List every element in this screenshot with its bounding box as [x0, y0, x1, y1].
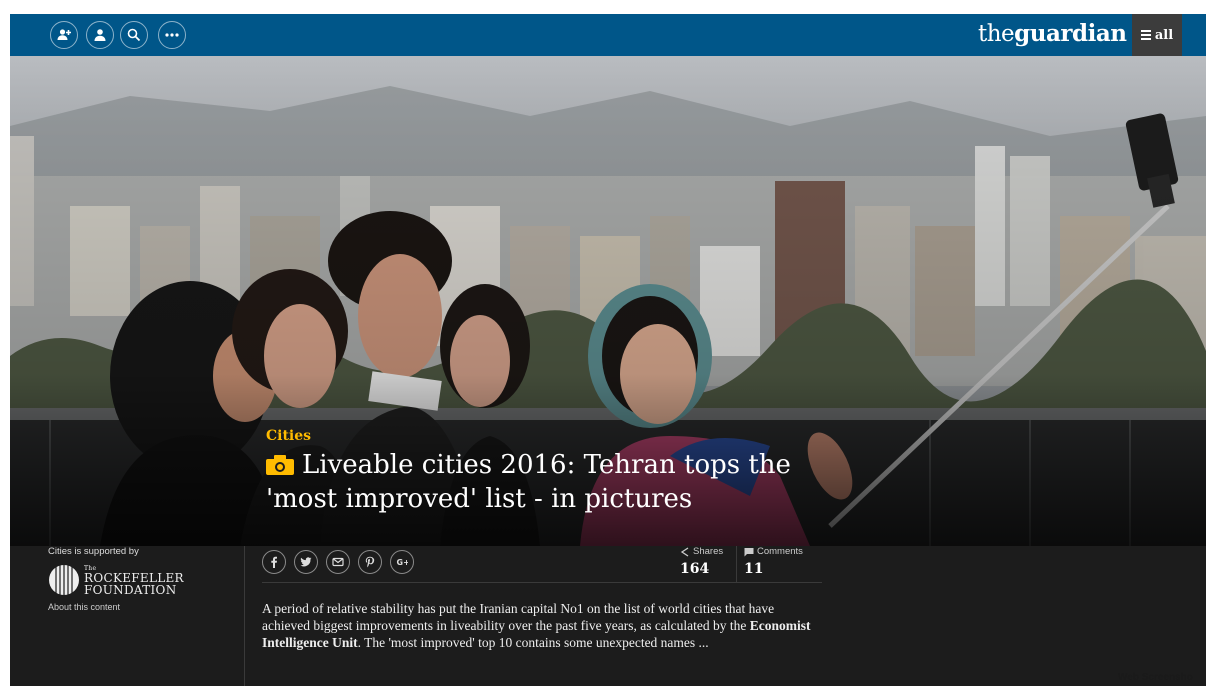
menu-label: all	[1154, 27, 1174, 43]
section-tag[interactable]: Cities	[266, 428, 311, 444]
more-icon[interactable]	[158, 21, 186, 49]
sponsor-logo[interactable]: The ROCKEFELLER FOUNDATION	[48, 564, 184, 598]
guardian-page: theguardian all Cities Liveable cities 2…	[10, 14, 1206, 686]
twitter-icon[interactable]	[294, 550, 318, 574]
top-navigation-bar: theguardian all	[10, 14, 1206, 56]
facebook-icon[interactable]	[262, 550, 286, 574]
pinterest-icon[interactable]	[358, 550, 382, 574]
comments-count[interactable]: Comments 11	[744, 546, 824, 577]
all-sections-menu-button[interactable]: all	[1132, 14, 1182, 56]
standfirst-text: A period of relative stability has put t…	[262, 601, 775, 633]
share-icon	[680, 546, 689, 557]
search-icon[interactable]	[120, 21, 148, 49]
comments-value: 11	[744, 561, 764, 577]
svg-text:G+: G+	[397, 558, 409, 567]
watermark: Web Screensho	[1118, 672, 1193, 683]
sponsor-name-line2: FOUNDATION	[84, 583, 177, 597]
logo-prefix: the	[978, 21, 1015, 47]
standfirst-text-end: . The 'most improved' top 10 contains so…	[357, 635, 709, 650]
divider	[736, 546, 737, 582]
email-icon[interactable]	[326, 550, 350, 574]
divider	[262, 582, 822, 583]
shares-label-text: Shares	[693, 546, 724, 557]
camera-icon	[266, 455, 294, 475]
shares-count: Shares 164	[680, 546, 740, 577]
article-standfirst: A period of relative stability has put t…	[262, 600, 822, 651]
comment-icon	[744, 547, 754, 556]
sponsor-name: The ROCKEFELLER FOUNDATION	[84, 565, 184, 597]
article-headline: Liveable cities 2016: Tehran tops the 'm…	[266, 448, 826, 516]
menu-icon	[1140, 28, 1151, 42]
add-user-icon[interactable]	[50, 21, 78, 49]
shares-value: 164	[680, 561, 710, 577]
user-icon[interactable]	[86, 21, 114, 49]
headline-text: Liveable cities 2016: Tehran tops the 'm…	[266, 450, 791, 514]
comments-label-text: Comments	[757, 546, 803, 557]
globe-icon	[49, 565, 79, 595]
supported-by-label: Cities is supported by	[48, 546, 139, 557]
divider	[244, 546, 245, 686]
logo-name: guardian	[1014, 20, 1127, 47]
google-plus-icon[interactable]: G+	[390, 550, 414, 574]
shares-label: Shares	[680, 546, 740, 557]
about-this-content-link[interactable]: About this content	[48, 602, 120, 612]
guardian-logo[interactable]: theguardian	[978, 19, 1127, 49]
comments-label: Comments	[744, 546, 824, 557]
